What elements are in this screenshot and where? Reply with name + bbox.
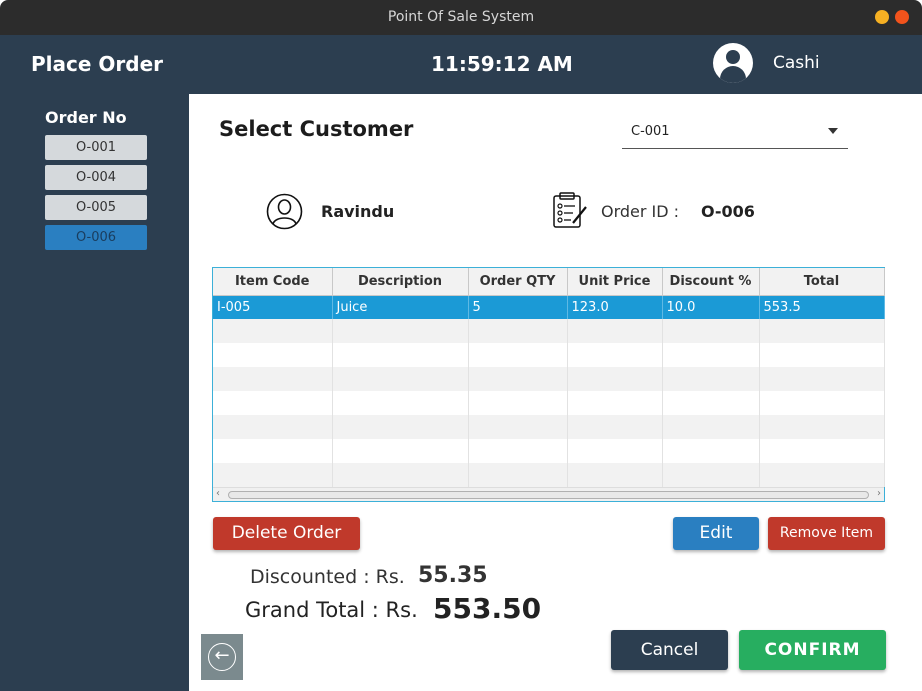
order-button[interactable]: O-005: [45, 195, 147, 220]
sidebar: Order No O-001 O-004 O-005 O-006: [0, 94, 189, 691]
grand-total-label: Grand Total : Rs.: [245, 598, 418, 622]
scroll-left-icon[interactable]: ‹: [216, 488, 220, 499]
user-avatar-icon: [713, 43, 753, 83]
table-row-empty: [213, 439, 885, 463]
table-row-empty: [213, 343, 885, 367]
order-no-label: Order No: [45, 108, 127, 127]
table-cell: 553.5: [759, 295, 885, 319]
back-button[interactable]: ←: [201, 634, 243, 680]
order-clipboard-icon: [553, 192, 587, 228]
column-header[interactable]: Item Code: [213, 268, 333, 296]
grand-total-value: 553.50: [433, 592, 542, 625]
discounted-label: Discounted : Rs.: [250, 566, 405, 588]
customer-name: Ravindu: [321, 202, 395, 221]
table-cell: 5: [468, 295, 568, 319]
table-row-empty: [213, 463, 885, 487]
user-name: Cashi: [773, 53, 820, 73]
order-id-value: O-006: [701, 202, 755, 221]
table-cell: I-005: [213, 295, 333, 319]
cancel-button[interactable]: Cancel: [611, 630, 728, 670]
table-row-empty: [213, 415, 885, 439]
back-arrow-icon: ←: [208, 643, 236, 671]
table-cell: 10.0: [662, 295, 760, 319]
app-header: Place Order 11:59:12 AM Cashi: [0, 35, 922, 94]
close-button[interactable]: [895, 10, 909, 24]
order-button-active[interactable]: O-006: [45, 225, 147, 250]
table-row-empty: [213, 367, 885, 391]
select-customer-heading: Select Customer: [219, 117, 414, 141]
order-items-table: Item Code Description Order QTY Unit Pri…: [212, 267, 885, 502]
minimize-button[interactable]: [875, 10, 889, 24]
table-row-empty: [213, 319, 885, 343]
page-title: Place Order: [31, 52, 164, 76]
table-header-row: Item Code Description Order QTY Unit Pri…: [213, 268, 885, 296]
order-button[interactable]: O-001: [45, 135, 147, 160]
remove-item-button[interactable]: Remove Item: [768, 517, 885, 550]
horizontal-scrollbar[interactable]: ‹ ›: [213, 487, 884, 501]
clock: 11:59:12 AM: [431, 52, 573, 76]
order-id-label: Order ID :: [601, 202, 680, 221]
table-row-empty: [213, 391, 885, 415]
order-button[interactable]: O-004: [45, 165, 147, 190]
scroll-right-icon[interactable]: ›: [877, 488, 881, 499]
dropdown-arrow-icon: [828, 128, 838, 134]
window-titlebar: Point Of Sale System: [0, 0, 922, 35]
column-header[interactable]: Total: [759, 268, 885, 296]
customer-select[interactable]: C-001: [622, 115, 848, 149]
delete-order-button[interactable]: Delete Order: [213, 517, 360, 550]
table-row[interactable]: I-005 Juice 5 123.0 10.0 553.5: [213, 295, 885, 319]
customer-select-value: C-001: [631, 124, 670, 139]
column-header[interactable]: Description: [332, 268, 469, 296]
column-header[interactable]: Unit Price: [567, 268, 663, 296]
scrollbar-thumb[interactable]: [228, 491, 869, 499]
column-header[interactable]: Discount %: [662, 268, 760, 296]
discounted-value: 55.35: [418, 563, 488, 588]
column-header[interactable]: Order QTY: [468, 268, 568, 296]
table-cell: Juice: [332, 295, 469, 319]
customer-icon: [266, 193, 303, 230]
window-title: Point Of Sale System: [387, 9, 535, 25]
confirm-button[interactable]: CONFIRM: [739, 630, 886, 670]
table-cell: 123.0: [567, 295, 663, 319]
edit-button[interactable]: Edit: [673, 517, 759, 550]
